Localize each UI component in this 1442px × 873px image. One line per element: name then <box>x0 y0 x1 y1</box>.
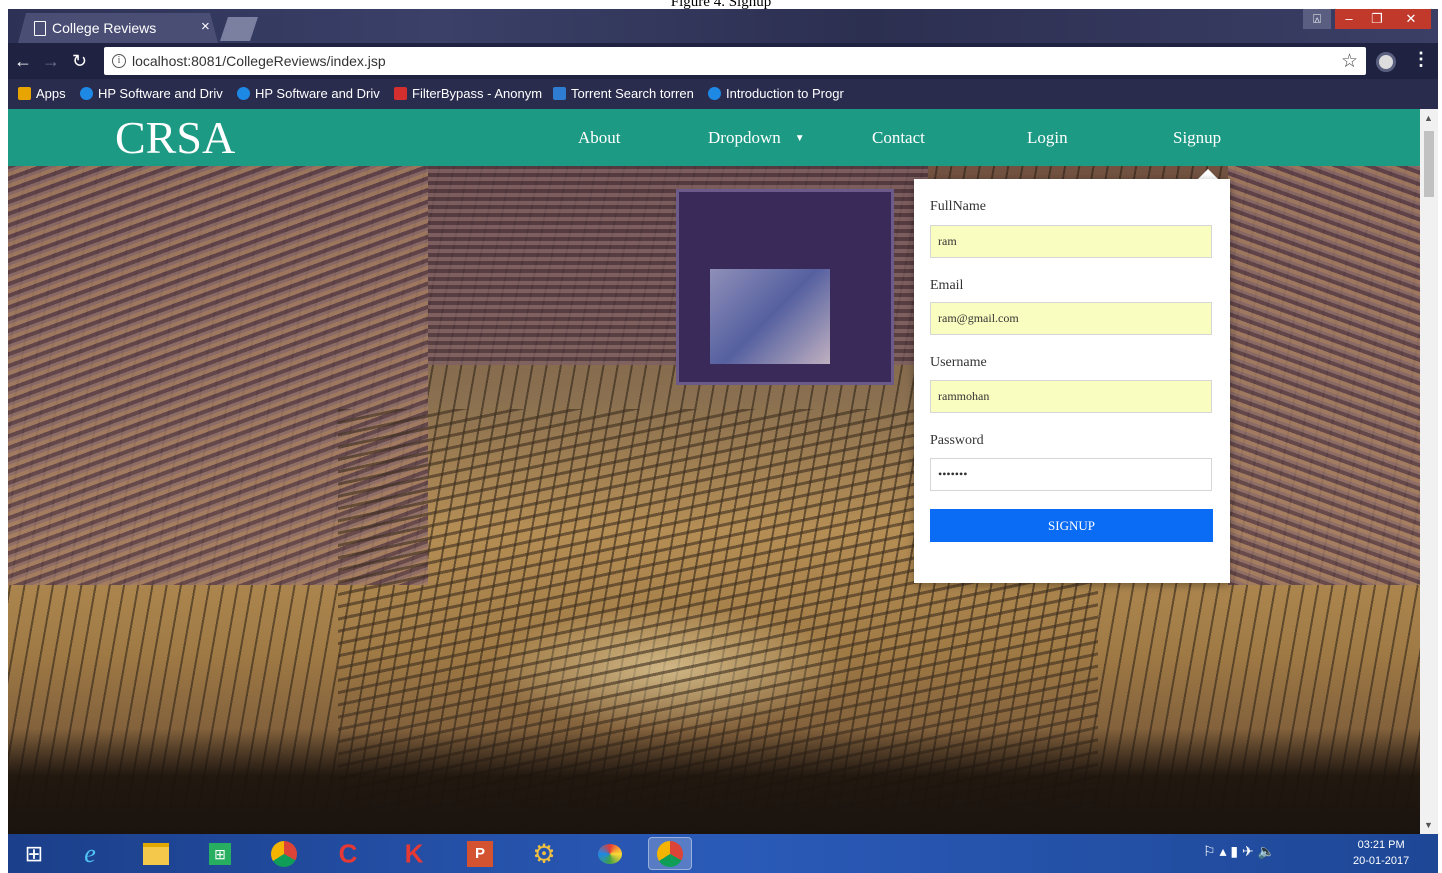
store-icon[interactable]: ⊞ <box>198 837 242 870</box>
tab-title: College Reviews <box>52 20 157 36</box>
powerpoint-icon[interactable]: P <box>458 837 502 870</box>
email-field[interactable] <box>930 302 1212 335</box>
extension-icon[interactable] <box>1376 52 1396 72</box>
forward-arrow-icon[interactable]: → <box>42 48 60 74</box>
battery-icon[interactable]: ▮ <box>1230 843 1238 859</box>
file-explorer-icon[interactable] <box>134 837 178 870</box>
caret-down-icon: ▼ <box>794 133 805 144</box>
network-icon[interactable]: ⚐ <box>1203 843 1216 859</box>
volume-icon[interactable]: 🔈 <box>1258 843 1275 859</box>
fullname-field[interactable] <box>930 225 1212 258</box>
url-text: localhost:8081/CollegeReviews/index.jsp <box>132 53 386 69</box>
password-label: Password <box>930 433 984 448</box>
browser-menu-icon[interactable]: ⋮ <box>1412 49 1430 70</box>
browser-toolbar: ← → ↻ i localhost:8081/CollegeReviews/in… <box>8 43 1438 79</box>
bookmark-hp-1[interactable]: HP Software and Driv <box>80 86 223 101</box>
page-icon <box>34 21 46 36</box>
user-profile-icon[interactable]: ⍓ <box>1303 9 1331 29</box>
hp-icon <box>80 87 93 100</box>
tab-strip: College Reviews × ⍓ – ❐ ✕ <box>8 9 1438 43</box>
clock-date: 20-01-2017 <box>1353 855 1410 867</box>
site-navbar: CRSA About Dropdown ▼ Contact Login Signu… <box>8 109 1420 166</box>
course-icon <box>708 87 721 100</box>
scroll-up-icon[interactable]: ▲ <box>1424 113 1433 123</box>
scrollbar-thumb[interactable] <box>1424 131 1434 197</box>
dropdown-arrow <box>1198 169 1218 179</box>
web-page: CRSA About Dropdown ▼ Contact Login Signu… <box>8 109 1420 834</box>
paint-icon[interactable] <box>588 837 632 870</box>
maximize-button[interactable]: ❐ <box>1363 9 1391 29</box>
scroll-down-icon[interactable]: ▼ <box>1424 820 1433 830</box>
apps-grid-icon <box>18 87 31 100</box>
nav-login[interactable]: Login <box>1027 128 1068 148</box>
browser-window: College Reviews × ⍓ – ❐ ✕ ← → ↻ i localh… <box>8 9 1438 873</box>
windows-taskbar: ⊞ e ⊞ C K P ⚙ ⚐ ▴ ▮ ✈ 🔈 03:21 PM 20-01-2… <box>8 834 1438 873</box>
bookmark-filterbypass[interactable]: FilterBypass - Anonym <box>394 86 542 101</box>
clock-time: 03:21 PM <box>1357 839 1405 851</box>
new-tab-button[interactable] <box>220 17 258 41</box>
internet-explorer-icon[interactable]: e <box>68 837 112 870</box>
ccleaner-icon[interactable]: C <box>326 837 370 870</box>
username-label: Username <box>930 355 987 370</box>
username-field[interactable] <box>930 380 1212 413</box>
airplane-icon[interactable]: ✈ <box>1242 843 1254 859</box>
bookmark-hp-2[interactable]: HP Software and Driv <box>237 86 380 101</box>
bookmark-apps[interactable]: Apps <box>18 86 66 101</box>
nav-contact[interactable]: Contact <box>872 128 925 148</box>
settings-app-icon[interactable]: ⚙ <box>522 837 566 870</box>
windows-start-icon[interactable]: ⊞ <box>12 837 56 870</box>
bookmark-intro-programming[interactable]: Introduction to Progr <box>708 86 844 101</box>
bookmark-torrent[interactable]: Torrent Search torren <box>553 86 694 101</box>
tray-expand-icon[interactable]: ▴ <box>1219 843 1226 859</box>
filterbypass-icon <box>394 87 407 100</box>
close-tab-icon[interactable]: × <box>201 18 210 35</box>
chrome-active-icon[interactable] <box>648 837 692 870</box>
bookmark-star-icon[interactable]: ☆ <box>1341 50 1358 73</box>
kaspersky-icon[interactable]: K <box>392 837 436 870</box>
site-logo[interactable]: CRSA <box>115 112 235 164</box>
taskbar-clock[interactable]: 03:21 PM 20-01-2017 <box>1353 837 1409 869</box>
fullname-label: FullName <box>930 199 986 214</box>
site-info-icon[interactable]: i <box>112 54 126 68</box>
bookmarks-bar: Apps HP Software and Driv HP Software an… <box>8 79 1438 109</box>
nav-about[interactable]: About <box>578 128 621 148</box>
signup-button[interactable]: SIGNUP <box>930 509 1213 542</box>
hp-icon <box>237 87 250 100</box>
page-scrollbar[interactable]: ▲ ▼ <box>1420 109 1438 834</box>
nav-signup[interactable]: Signup <box>1173 128 1221 148</box>
minimize-button[interactable]: – <box>1335 9 1363 29</box>
figure-caption: Figure 4. Signup <box>670 0 772 9</box>
password-field[interactable] <box>930 458 1212 491</box>
system-tray[interactable]: ⚐ ▴ ▮ ✈ 🔈 <box>1203 843 1275 860</box>
signup-dropdown-panel: FullName Email Username Password SIGNUP <box>914 179 1230 583</box>
email-label: Email <box>930 278 964 293</box>
torrent-icon <box>553 87 566 100</box>
chrome-icon[interactable] <box>262 837 306 870</box>
window-close-button[interactable]: ✕ <box>1391 9 1431 29</box>
back-arrow-icon[interactable]: ← <box>14 48 32 74</box>
nav-dropdown-label: Dropdown <box>708 128 781 147</box>
browser-tab[interactable]: College Reviews × <box>18 13 218 43</box>
address-bar[interactable]: i localhost:8081/CollegeReviews/index.js… <box>104 47 1366 75</box>
nav-dropdown[interactable]: Dropdown ▼ <box>708 128 805 148</box>
reload-icon[interactable]: ↻ <box>72 48 87 74</box>
